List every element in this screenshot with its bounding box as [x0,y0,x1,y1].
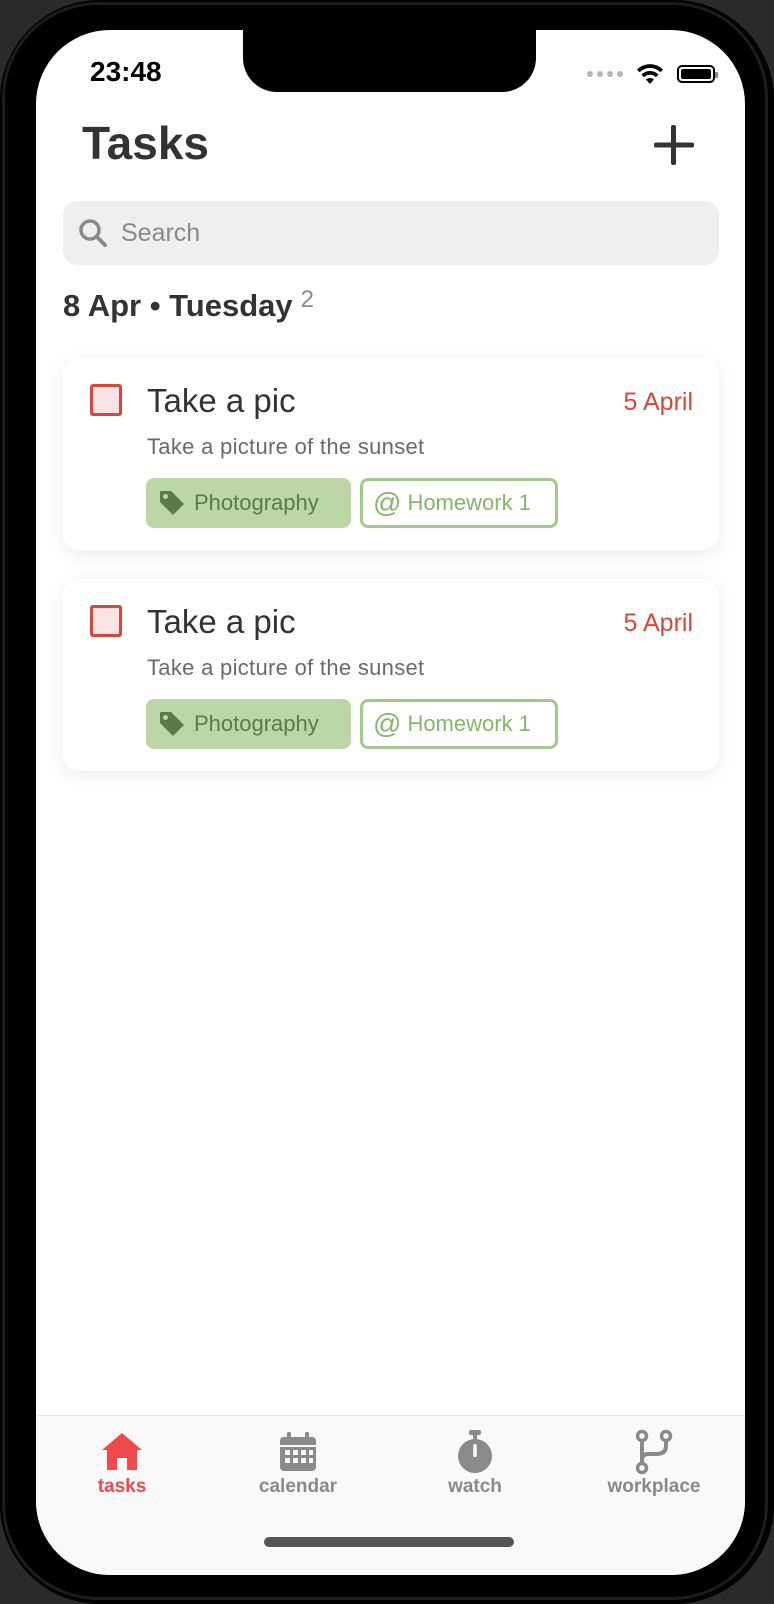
project-chip[interactable]: @ Homework 1 [360,699,558,749]
tab-label: workplace [607,1476,701,1497]
tab-watch[interactable]: watch [410,1428,540,1498]
task-due-date: 5 April [623,609,693,637]
tag-label: Photography [194,490,319,515]
battery-icon [677,65,718,83]
task-checkbox[interactable] [90,605,122,637]
task-checkbox[interactable] [90,384,122,416]
wifi-icon [637,64,663,84]
search-bar[interactable] [63,201,719,265]
stopwatch-icon [458,1430,492,1473]
tab-calendar[interactable]: calendar [233,1428,363,1498]
tag-icon [160,712,184,736]
task-title: Take a pic [147,603,296,640]
at-icon: @ [373,487,402,518]
tab-tasks[interactable]: tasks [57,1428,187,1498]
notch [243,30,536,92]
add-task-button[interactable] [651,122,697,168]
project-label: Homework 1 [407,711,531,736]
tab-label: calendar [258,1476,338,1497]
task-description: Take a picture of the sunset [147,655,425,680]
calendar-icon [280,1432,316,1471]
task-description: Take a picture of the sunset [147,434,425,459]
screen: 23:48 Tasks 8 Apr • Tuesday 2 Take a pic… [36,30,745,1575]
tab-label: watch [448,1476,502,1497]
search-input[interactable] [119,217,683,249]
page-title: Tasks [82,117,210,169]
plus-icon [654,125,694,165]
home-indicator[interactable] [264,1537,514,1547]
search-icon [79,219,107,247]
section-date: 8 Apr • Tuesday [63,288,293,323]
tag-chip[interactable]: Photography [146,478,351,528]
tag-chip[interactable]: Photography [146,699,351,749]
branch-icon [635,1429,673,1475]
project-label: Homework 1 [407,490,531,515]
signal-icon [587,71,623,77]
project-chip[interactable]: @ Homework 1 [360,478,558,528]
at-icon: @ [373,708,402,739]
tab-bar: tasks calendar watch workplace [36,1415,745,1575]
tag-label: Photography [194,711,319,736]
tag-icon [160,491,184,515]
task-card[interactable]: Take a pic 5 April Take a picture of the… [63,358,719,550]
section-header: 8 Apr • Tuesday 2 [63,286,314,324]
task-title: Take a pic [147,382,296,419]
status-time: 23:48 [90,56,162,87]
task-due-date: 5 April [623,388,693,416]
home-icon [102,1433,142,1470]
section-count: 2 [300,286,314,313]
tab-label: tasks [97,1476,147,1497]
tab-workplace[interactable]: workplace [589,1428,719,1498]
task-card[interactable]: Take a pic 5 April Take a picture of the… [63,579,719,771]
status-icons [587,62,718,86]
